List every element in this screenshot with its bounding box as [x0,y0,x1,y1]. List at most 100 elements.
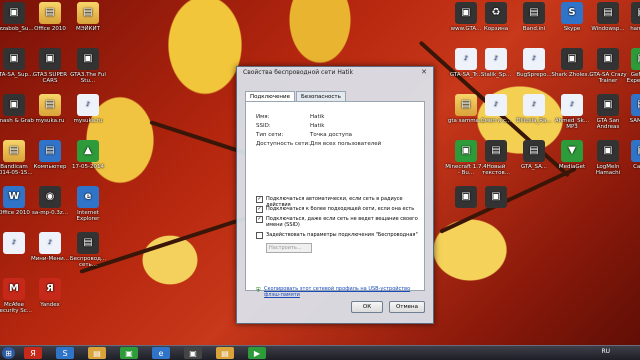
desktop-icon-image: Я [39,278,61,300]
desktop-icon-label: 17-05-2014 [72,164,104,170]
start-button[interactable]: ⊞ [2,347,15,359]
desktop-icon-image: ♪ [39,232,61,254]
tab-security[interactable]: Безопасность [295,91,346,101]
taskbar-app-button[interactable]: ▶ [248,347,266,359]
copy-profile-link[interactable]: Скопировать этот сетевой профиль на USB-… [264,286,414,298]
desktop-icon[interactable]: ▲ 17-05-2014 [66,140,110,170]
desktop-icon-image: ▤ [39,94,61,116]
close-icon[interactable]: ✕ [418,68,430,77]
field-label: Тип сети: [256,132,284,138]
desktop-icon-image: M [3,278,25,300]
desktop-icon[interactable]: e Internet Explorer [66,186,110,222]
desktop-icon[interactable]: ▣ hamachi [620,2,640,32]
desktop-icon-image: ▣ [597,48,619,70]
field-network-type: Тип сети: Точка доступа [256,132,352,138]
desktop-icon-image: e [77,186,99,208]
desktop-icon-image: ♪ [77,94,99,116]
desktop-icon[interactable]: ▣ GTA3.The Ful Stu... [66,48,110,84]
desktop-icon-image: ▤ [597,2,619,24]
desktop-icon-image: ▣ [597,94,619,116]
desktop-icon-image: ▤ [523,140,545,162]
desktop-icon-image: ▣ [3,94,25,116]
desktop-icon-image: S [561,2,583,24]
desktop-icon-image: ♪ [561,94,583,116]
dialog-tabs: Подключение Безопасность [245,91,347,101]
desktop-icon-label: Cam... [633,164,640,170]
ok-button[interactable]: ОК [351,301,383,313]
desktop-icon-image: ▤ [523,2,545,24]
checkbox-hidden-ssid[interactable]: ✓ Подключаться, даже если сеть не ведет … [256,216,418,228]
cancel-button[interactable]: Отмена [389,301,425,313]
desktop-icon[interactable]: ▤ SAMP Fix [620,94,640,124]
desktop-icon-image: ▤ [77,232,99,254]
desktop-icon-image: ♪ [485,94,507,116]
checkbox-box[interactable] [256,232,263,239]
desktop-icon[interactable]: ▤ Беспровод... сеть... [66,232,110,268]
desktop-icon-label: GTA3.The Ful Stu... [70,72,106,84]
taskbar-app-button[interactable]: ▣ [120,347,138,359]
desktop-icon-label: hamachi [630,26,640,32]
desktop-icon-image: ▣ [39,48,61,70]
field-name: Имя: Hatik [256,114,324,120]
field-value: Hatik [310,123,325,129]
desktop-icon-label: МЭЙКИТ [75,26,101,32]
desktop-icon-label: SAMP Fix [629,118,640,124]
taskbar: ⊞ Я S ▤ ▣ e ▣ ▤ ▶ RU [0,345,640,360]
desktop-icon-image: ▤ [3,140,25,162]
taskbar-app-button[interactable]: ▤ [88,347,106,359]
desktop-icon-label: mysuka.ru [73,118,103,124]
checkbox-label: Подключаться к более подходящей сети, ес… [266,206,415,212]
desktop-icon-image: ▣ [631,48,640,70]
checkbox-better-network[interactable]: ✓ Подключаться к более подходящей сети, … [256,206,418,213]
dialog-title: Свойства беспроводной сети Hatik [243,69,354,76]
taskbar-app-button[interactable]: S [56,347,74,359]
desktop-icon-image: W [3,186,25,208]
taskbar-app-button[interactable]: Я [24,347,42,359]
field-value: Точка доступа [310,132,353,138]
desktop-icon[interactable]: Я Yandex [28,278,72,308]
checkbox-box[interactable]: ✓ [256,206,263,213]
desktop-icon-image: ▣ [631,140,640,162]
taskbar-app-button[interactable]: e [152,347,170,359]
field-label: SSID: [256,123,271,129]
desktop-icon-image: ▤ [39,2,61,24]
taskbar-app-button[interactable]: ▣ [184,347,202,359]
field-label: Доступность сети: [256,141,310,147]
checkbox-box[interactable]: ✓ [256,196,263,203]
desktop-icon-image: ▣ [597,140,619,162]
checkbox-box[interactable]: ✓ [256,216,263,223]
field-value: Hatik [310,114,325,120]
configure-button[interactable]: Настроить... [266,243,312,253]
desktop-icon-image: ▤ [39,140,61,162]
dialog-titlebar[interactable]: Свойства беспроводной сети Hatik ✕ [237,67,433,79]
desktop-icon-image: ♪ [485,48,507,70]
desktop-icon[interactable]: ▤ МЭЙКИТ [66,2,110,32]
field-value: Для всех пользователей [310,141,382,147]
desktop-icon-image: ▤ [77,2,99,24]
language-indicator[interactable]: RU [601,348,610,355]
desktop-icon-image: ♪ [3,232,25,254]
checkbox-connection-settings[interactable]: Задействовать параметры подключения "Бес… [256,232,418,239]
connection-panel: Имя: Hatik SSID: Hatik Тип сети: Точка д… [245,101,425,298]
desktop-icon-image: ♻ [485,2,507,24]
field-label: Имя: [256,114,270,120]
checkbox-label: Подключаться, даже если сеть не ведет ве… [266,216,418,228]
desktop-icon-image: ▤ [631,94,640,116]
desktop-icon-image: ◉ [39,186,61,208]
desktop-icon-image: ♪ [523,94,545,116]
desktop-icon-image: ▣ [631,2,640,24]
tab-connection[interactable]: Подключение [245,91,295,101]
taskbar-app-button[interactable]: ▤ [216,347,234,359]
wireless-properties-dialog: Свойства беспроводной сети Hatik ✕ Подкл… [236,66,434,324]
desktop-icon-label: Беспровод... сеть... [69,256,107,268]
desktop-icon-image: ▣ [77,48,99,70]
desktop-icon[interactable]: ▣ [474,186,518,210]
shield-icon: ⛨ [256,287,261,294]
desktop-icon[interactable]: ▣ Cam... [620,140,640,170]
desktop-icon-image: ▣ [485,186,507,208]
field-availability: Доступность сети: Для всех пользователей [256,141,381,147]
desktop-icon[interactable]: ♪ mysuka.ru [66,94,110,124]
desktop-icon[interactable]: ▣ GeForce Experience [620,48,640,84]
desktop-icon-image: ▼ [561,140,583,162]
desktop-icon-image: ♪ [523,48,545,70]
